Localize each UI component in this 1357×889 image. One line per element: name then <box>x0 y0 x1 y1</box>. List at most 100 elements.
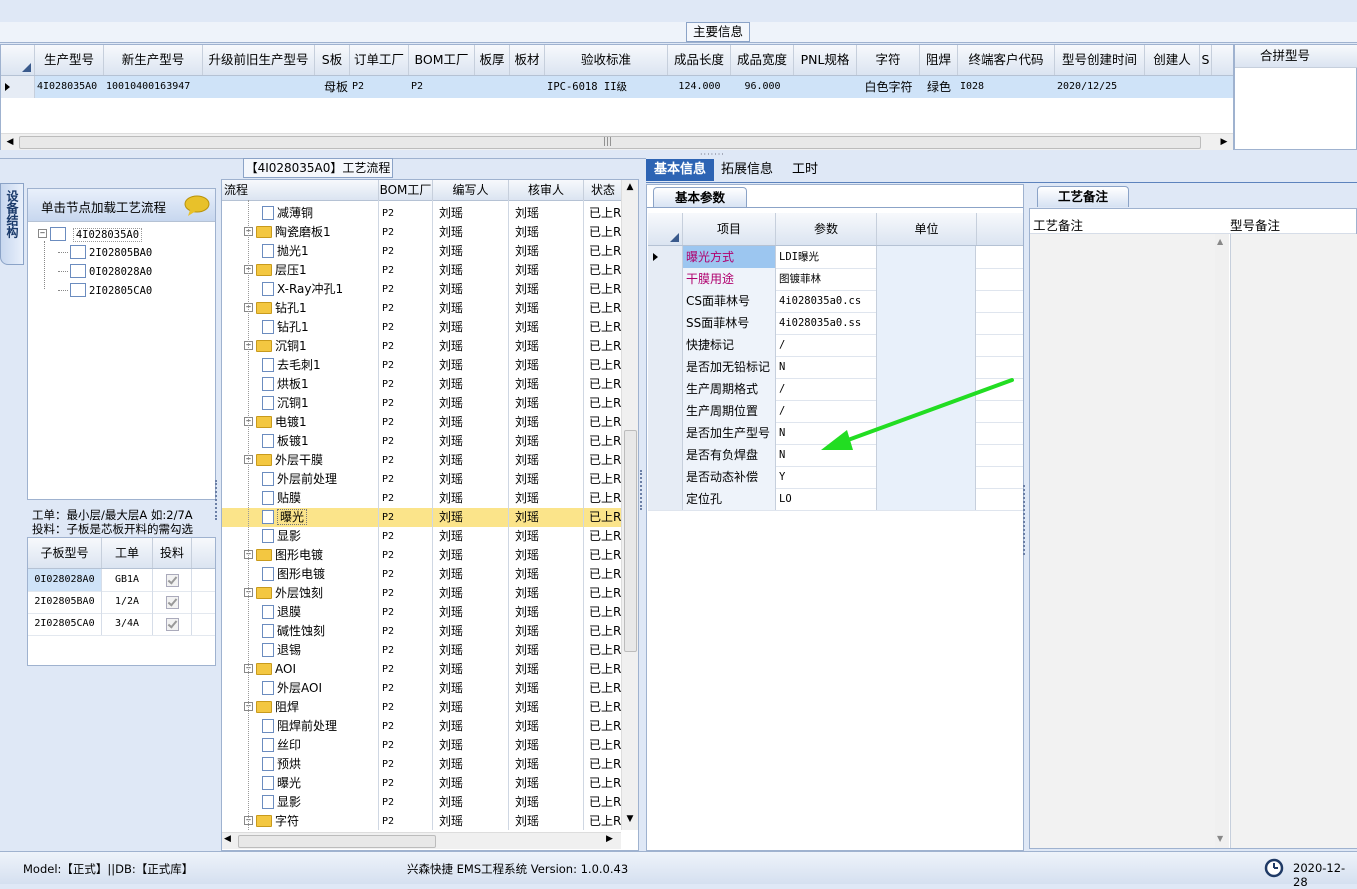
process-row[interactable]: 阻焊前处理 P2 刘瑶 刘瑶 已上R <box>222 717 621 736</box>
process-row[interactable]: − AOI P2 刘瑶 刘瑶 已上R <box>222 660 621 679</box>
sub-order-cell[interactable]: 1/2A <box>102 591 153 613</box>
param-row[interactable]: CS面菲林号 4i028035a0.cs <box>648 290 1023 313</box>
process-step-name[interactable]: 层压1 <box>275 263 307 277</box>
process-row[interactable]: − 沉铜1 P2 刘瑶 刘瑶 已上R <box>222 337 621 356</box>
sub-order-cell[interactable]: 3/4A <box>102 613 153 635</box>
tab-extended-info[interactable]: 拓展信息 <box>716 159 778 181</box>
scroll-down-arrow-icon[interactable]: ▼ <box>1217 834 1223 843</box>
scroll-down-arrow-icon[interactable]: ▼ <box>622 814 638 824</box>
process-row[interactable]: 碱性蚀刻 P2 刘瑶 刘瑶 已上R <box>222 622 621 641</box>
process-row[interactable]: 板镀1 P2 刘瑶 刘瑶 已上R <box>222 432 621 451</box>
model-cell[interactable]: 10010400163947 <box>106 76 201 98</box>
main-info-label[interactable]: 主要信息 <box>686 22 750 42</box>
model-remarks-box[interactable] <box>1230 234 1357 848</box>
column-header[interactable]: 成品宽度 <box>731 45 794 75</box>
process-step-name[interactable]: 退锡 <box>277 643 301 657</box>
scroll-right-arrow-icon[interactable]: ▶ <box>606 834 613 844</box>
process-step-name[interactable]: X-Ray冲孔1 <box>277 282 343 296</box>
process-row[interactable]: 外层前处理 P2 刘瑶 刘瑶 已上R <box>222 470 621 489</box>
process-step-name[interactable]: 曝光 <box>277 509 308 525</box>
tree-node-label[interactable]: 2I02805BA0 <box>89 247 152 259</box>
sub-feed-cell[interactable] <box>153 613 192 635</box>
param-row[interactable]: 快捷标记 / <box>648 334 1023 357</box>
process-row[interactable]: 沉铜1 P2 刘瑶 刘瑶 已上R <box>222 394 621 413</box>
model-grid-hscroll[interactable]: ◀ ||| ▶ <box>1 133 1233 150</box>
sub-feed-cell[interactable] <box>153 591 192 613</box>
process-step-name[interactable]: 碱性蚀刻 <box>277 624 325 638</box>
param-value-cell[interactable]: Y <box>776 466 877 488</box>
remarks-vscroll[interactable]: ▲ ▼ <box>1215 234 1229 848</box>
process-row[interactable]: 去毛刺1 P2 刘瑶 刘瑶 已上R <box>222 356 621 375</box>
param-value-cell[interactable]: 图镀菲林 <box>776 268 877 290</box>
process-step-name[interactable]: 显影 <box>277 795 301 809</box>
sub-board-row[interactable]: 0I028028A0 GB1A <box>28 569 215 592</box>
param-row[interactable]: 是否动态补偿 Y <box>648 466 1023 489</box>
param-unit-cell[interactable] <box>877 334 976 356</box>
column-header[interactable]: 订单工厂 <box>350 45 409 75</box>
model-cell[interactable]: 4I028035A0 <box>37 76 102 98</box>
checkbox-icon[interactable] <box>165 574 179 587</box>
param-row[interactable]: SS面菲林号 4i028035a0.ss <box>648 312 1023 335</box>
column-header[interactable]: 板厚 <box>475 45 510 75</box>
scroll-left-arrow-icon[interactable]: ◀ <box>224 834 231 844</box>
tree-node-label[interactable]: 0I028028A0 <box>89 266 152 278</box>
process-step-name[interactable]: 钻孔1 <box>275 301 307 315</box>
model-cell[interactable] <box>1202 76 1210 98</box>
tree-root-label[interactable]: 4I028035A0 <box>72 228 143 242</box>
column-header[interactable]: 成品长度 <box>668 45 731 75</box>
process-row[interactable]: − 电镀1 P2 刘瑶 刘瑶 已上R <box>222 413 621 432</box>
process-step-name[interactable]: 丝印 <box>277 738 301 752</box>
process-step-name[interactable]: AOI <box>275 662 296 676</box>
column-header[interactable]: 终端客户代码 <box>958 45 1055 75</box>
model-grid-row[interactable]: 4I028035A0 10010400163947 母板 P2 P2 IPC-6018 I… <box>1 76 1233 98</box>
param-row[interactable]: 干膜用途 图镀菲林 <box>648 268 1023 291</box>
process-row[interactable]: 贴膜 P2 刘瑶 刘瑶 已上R <box>222 489 621 508</box>
model-cell[interactable]: 124.000 <box>670 76 729 98</box>
process-step-name[interactable]: 预烘 <box>277 757 301 771</box>
model-cell[interactable] <box>1147 76 1198 98</box>
sub-board-row[interactable]: 2I02805BA0 1/2A <box>28 591 215 614</box>
column-header[interactable]: 阻焊 <box>920 45 958 75</box>
process-step-name[interactable]: 外层干膜 <box>275 453 323 467</box>
basic-params-tab[interactable]: 基本参数 <box>653 187 747 208</box>
model-cell[interactable]: 母板 <box>317 76 348 98</box>
column-header[interactable]: 升级前旧生产型号 <box>203 45 315 75</box>
model-cell[interactable]: 白色字符 <box>859 76 918 98</box>
process-step-name[interactable]: 字符 <box>275 814 299 828</box>
process-step-name[interactable]: 外层前处理 <box>277 472 337 486</box>
model-cell[interactable] <box>796 76 855 98</box>
sub-model-cell[interactable]: 2I02805CA0 <box>28 613 102 635</box>
sub-model-cell[interactable]: 0I028028A0 <box>28 569 102 591</box>
column-header[interactable]: PNL规格 <box>794 45 857 75</box>
remarks-tab[interactable]: 工艺备注 <box>1037 186 1129 207</box>
param-unit-cell[interactable] <box>877 312 976 334</box>
model-cell[interactable]: 绿色 <box>922 76 956 98</box>
process-hscroll[interactable]: ◀ ▶ <box>222 832 621 849</box>
process-step-name[interactable]: 沉铜1 <box>277 396 309 410</box>
tree-node[interactable]: 2I02805BA0 <box>58 243 152 261</box>
process-step-name[interactable]: 抛光1 <box>277 244 309 258</box>
process-step-name[interactable]: 曝光 <box>277 776 301 790</box>
param-unit-cell[interactable] <box>877 290 976 312</box>
process-step-name[interactable]: 退膜 <box>277 605 301 619</box>
param-unit-cell[interactable] <box>877 466 976 488</box>
model-cell[interactable]: 96.000 <box>733 76 792 98</box>
param-row[interactable]: 曝光方式 LDI曝光 <box>648 246 1023 269</box>
tree-node[interactable]: 2I02805CA0 <box>58 281 152 299</box>
sub-model-cell[interactable]: 2I02805BA0 <box>28 591 102 613</box>
tree-node[interactable]: 0I028028A0 <box>58 262 152 280</box>
process-step-name[interactable]: 贴膜 <box>277 491 301 505</box>
process-row[interactable]: 曝光 P2 刘瑶 刘瑶 已上R <box>222 774 621 793</box>
sub-feed-cell[interactable] <box>153 569 192 591</box>
process-remarks-box[interactable]: ▲ ▼ <box>1030 234 1229 848</box>
process-step-name[interactable]: 减薄铜 <box>277 206 313 220</box>
process-row[interactable]: 烘板1 P2 刘瑶 刘瑶 已上R <box>222 375 621 394</box>
param-row[interactable]: 定位孔 LO <box>648 488 1023 511</box>
process-row[interactable]: 预烘 P2 刘瑶 刘瑶 已上R <box>222 755 621 774</box>
tree-node-label[interactable]: 2I02805CA0 <box>89 285 152 297</box>
vertical-tab-device-structure[interactable]: 设备结构 <box>0 183 24 265</box>
process-hscroll-thumb[interactable] <box>238 835 436 848</box>
process-row[interactable]: 减薄铜 P2 刘瑶 刘瑶 已上R <box>222 204 621 223</box>
tab-work-hours[interactable]: 工时 <box>784 159 826 181</box>
process-row[interactable]: − 外层干膜 P2 刘瑶 刘瑶 已上R <box>222 451 621 470</box>
